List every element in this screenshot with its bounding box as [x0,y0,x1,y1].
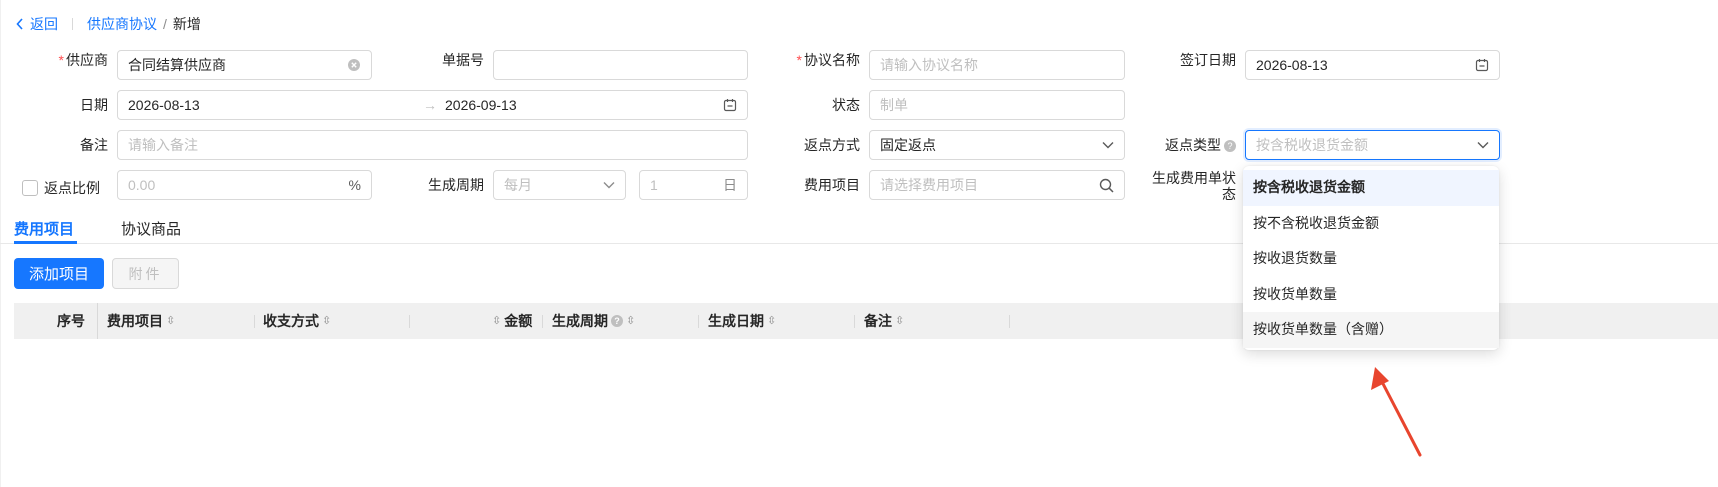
breadcrumb-divider [72,18,73,30]
sort-icon[interactable]: ⇳ [322,303,331,339]
fee-item-select[interactable]: 请选择费用项目 [869,170,1125,200]
rebate-method-value: 固定返点 [880,137,936,153]
cycle-unit-select[interactable]: 每月 [493,170,626,200]
date-label: 日期 [80,97,108,113]
chevron-down-icon [1102,141,1114,149]
sign-date-label: 签订日期 [1180,52,1236,68]
fee-status-label: 生成费用单状 态 [1152,170,1236,202]
supplier-value: 合同结算供应商 [128,57,226,73]
attachment-button: 附件 [112,258,179,289]
col-fee-item[interactable]: 费用项目 ⇳ [107,303,175,339]
supplier-label: * 供应商 [58,52,108,68]
column-divider [254,315,255,328]
fee-item-label: 费用项目 [804,177,860,193]
chevron-down-icon [1477,141,1489,149]
col-remark[interactable]: 备注 ⇳ [864,303,904,339]
agreement-name-input[interactable]: 请输入协议名称 [869,50,1125,80]
help-icon[interactable]: ? [1224,140,1236,153]
sort-icon[interactable]: ⇳ [895,303,904,339]
calendar-icon [1475,58,1489,72]
cycle-unit-value: 每月 [504,177,532,193]
rebate-type-select[interactable]: 按含税收退货金额 [1245,130,1500,160]
breadcrumb-separator: / [163,16,167,32]
chevron-down-icon [603,181,615,189]
column-divider [698,315,699,328]
sort-icon[interactable]: ⇳ [626,303,635,339]
column-divider [97,303,98,339]
remark-label: 备注 [80,137,108,153]
dropdown-option[interactable]: 按收退货数量 [1243,241,1499,277]
column-divider [1009,315,1010,328]
doc-no-label: 单据号 [442,52,484,68]
cycle-label: 生成周期 [428,177,484,193]
col-index: 序号 [57,313,85,329]
back-label: 返回 [30,16,58,32]
column-divider [409,315,410,328]
rebate-method-select[interactable]: 固定返点 [869,130,1125,160]
sort-icon[interactable]: ⇳ [166,303,175,339]
date-range-picker[interactable]: 2026-08-13 → 2026-09-13 [117,90,748,120]
column-divider [542,315,543,328]
column-divider [854,315,855,328]
breadcrumb-parent[interactable]: 供应商协议 [87,14,157,34]
sort-icon[interactable]: ⇳ [767,303,776,339]
date-start[interactable]: 2026-08-13 [128,97,423,113]
sign-date-value: 2026-08-13 [1256,57,1328,73]
agreement-name-label: * 协议名称 [796,52,860,68]
status-field: 制单 [869,90,1125,120]
breadcrumb: 返回 供应商协议 / 新增 [16,12,201,36]
rebate-type-placeholder: 按含税收退货金额 [1256,137,1368,153]
percent-suffix: % [348,177,361,193]
rebate-method-label: 返点方式 [804,137,860,153]
cycle-day-input[interactable]: 1 日 [639,170,748,200]
tab-fee-items[interactable]: 费用项目 [14,218,74,250]
sign-date-picker[interactable]: 2026-08-13 [1245,50,1500,80]
rebate-ratio-input[interactable]: 0.00 % [117,170,372,200]
status-label: 状态 [832,97,860,113]
dropdown-option[interactable]: 按收货单数量（含赠） [1243,312,1499,348]
rebate-ratio-checkbox[interactable] [22,180,38,196]
doc-no-input[interactable] [493,50,748,80]
date-range-arrow: → [423,97,437,113]
dropdown-option[interactable]: 按收货单数量 [1243,277,1499,313]
rebate-type-label: 返点类型? [1150,130,1236,160]
add-item-button[interactable]: 添加项目 [14,258,104,289]
rebate-ratio-checkbox-wrap[interactable]: 返点比例 [22,178,100,198]
dropdown-option[interactable]: 按含税收退货金额 [1243,170,1499,206]
col-cycle[interactable]: 生成周期? ⇳ [552,303,635,339]
remark-input[interactable]: 请输入备注 [117,130,748,160]
back-link[interactable]: 返回 [16,14,58,34]
calendar-icon [723,98,737,112]
sort-icon[interactable]: ⇳ [492,303,501,339]
dropdown-option[interactable]: 按不含税收退货金额 [1243,206,1499,242]
rebate-ratio-label: 返点比例 [44,180,100,196]
search-icon[interactable] [1099,178,1114,193]
tab-ink-bar [14,241,77,244]
rebate-type-dropdown: 按含税收退货金额 按不含税收退货金额 按收退货数量 按收货单数量 按收货单数量（… [1243,166,1499,350]
col-amount[interactable]: ⇳ 金额 [492,303,532,339]
day-suffix: 日 [723,177,737,193]
col-payment-method[interactable]: 收支方式 ⇳ [263,303,331,339]
chevron-left-icon [16,18,23,30]
annotation-arrow-icon [1371,367,1422,457]
supplier-select[interactable]: 合同结算供应商 [117,50,372,80]
col-gen-date[interactable]: 生成日期 ⇳ [708,303,776,339]
help-icon[interactable]: ? [611,315,623,327]
clear-icon[interactable] [347,58,361,72]
breadcrumb-current: 新增 [172,16,201,32]
date-end[interactable]: 2026-09-13 [445,97,723,113]
tab-agreement-goods[interactable]: 协议商品 [121,218,181,250]
